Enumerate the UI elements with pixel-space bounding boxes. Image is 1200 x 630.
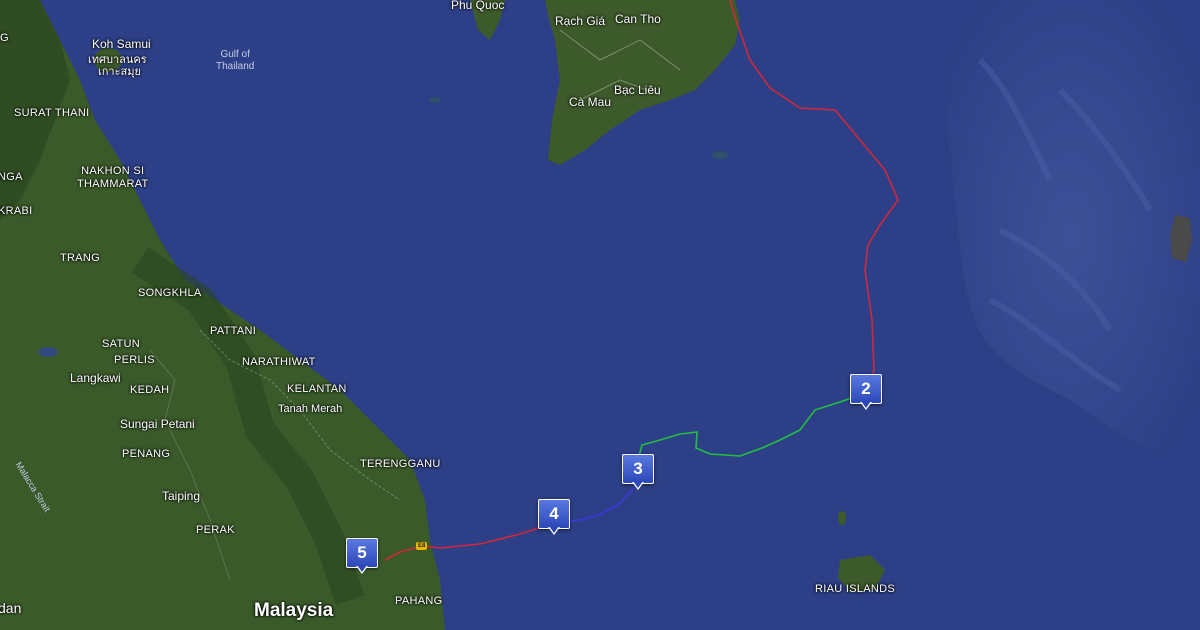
road-e8-shield: E8 xyxy=(416,542,428,550)
label-narathiwat: NARATHIWAT xyxy=(242,356,316,368)
label-pahang: PAHANG xyxy=(395,595,443,607)
label-surat-thani: SURAT THANI xyxy=(14,107,90,119)
label-riau-islands: RIAU ISLANDS xyxy=(815,583,896,595)
shoal xyxy=(38,347,58,357)
label-penang: PENANG xyxy=(122,448,171,460)
label-sungai-petani: Sungai Petani xyxy=(120,417,195,431)
label-nakhon-si-thammarat: NAKHON SI THAMMARAT xyxy=(77,165,149,190)
label-satun: SATUN xyxy=(102,338,140,350)
satellite-map[interactable]: Phu Quoc Rạch Giá Can Tho Cà Mau Bạc Liê… xyxy=(0,0,1200,630)
label-koh-samui: Koh Samui xyxy=(92,37,151,51)
label-can-tho: Can Tho xyxy=(615,12,661,26)
label-langkawi: Langkawi xyxy=(70,371,121,385)
label-pattani: PATTANI xyxy=(210,325,257,337)
marker-3-label: 3 xyxy=(622,454,654,484)
marker-pointer-fill xyxy=(357,565,367,572)
marker-2-label: 2 xyxy=(850,374,882,404)
label-kelantan: KELANTAN xyxy=(287,383,347,395)
label-kedah: KEDAH xyxy=(130,384,170,396)
marker-pointer-fill xyxy=(633,481,643,488)
marker-pointer-fill xyxy=(861,401,871,408)
waypoint-marker-4[interactable]: 4 xyxy=(538,499,570,537)
riau-islet xyxy=(838,511,846,525)
label-perlis: PERLIS xyxy=(114,354,155,366)
label-koh-samui-thai: เกาะสมุย xyxy=(98,66,141,78)
waypoint-marker-5[interactable]: 5 xyxy=(346,538,378,576)
label-malaysia: Malaysia xyxy=(254,600,334,621)
marker-4-label: 4 xyxy=(538,499,570,529)
label-bac-lieu: Bạc Liêu xyxy=(614,83,661,97)
label-ca-mau: Cà Mau xyxy=(569,95,612,109)
label-songkhla: SONGKHLA xyxy=(138,287,202,299)
reef-patch-2 xyxy=(429,97,441,103)
label-krabi: KRABI xyxy=(0,205,33,217)
label-terengganu: TERENGGANU xyxy=(360,458,441,470)
label-tanah-merah: Tanah Merah xyxy=(278,403,343,415)
label-nga: NGA xyxy=(0,171,23,183)
label-perak: PERAK xyxy=(196,524,235,536)
label-edge-g: G xyxy=(0,32,9,44)
label-edge-dan: dan xyxy=(0,600,22,616)
waypoint-marker-2[interactable]: 2 xyxy=(850,374,882,412)
label-trang: TRANG xyxy=(60,252,100,264)
label-phu-quoc: Phu Quoc xyxy=(451,0,505,12)
label-rach-gia: Rạch Giá xyxy=(555,14,606,28)
reef-patch xyxy=(712,151,728,159)
label-gulf-of-thailand: Gulf of Thailand xyxy=(216,49,255,72)
label-taiping: Taiping xyxy=(162,489,201,503)
marker-5-label: 5 xyxy=(346,538,378,568)
marker-pointer-fill xyxy=(549,526,559,533)
waypoint-marker-3[interactable]: 3 xyxy=(622,454,654,492)
